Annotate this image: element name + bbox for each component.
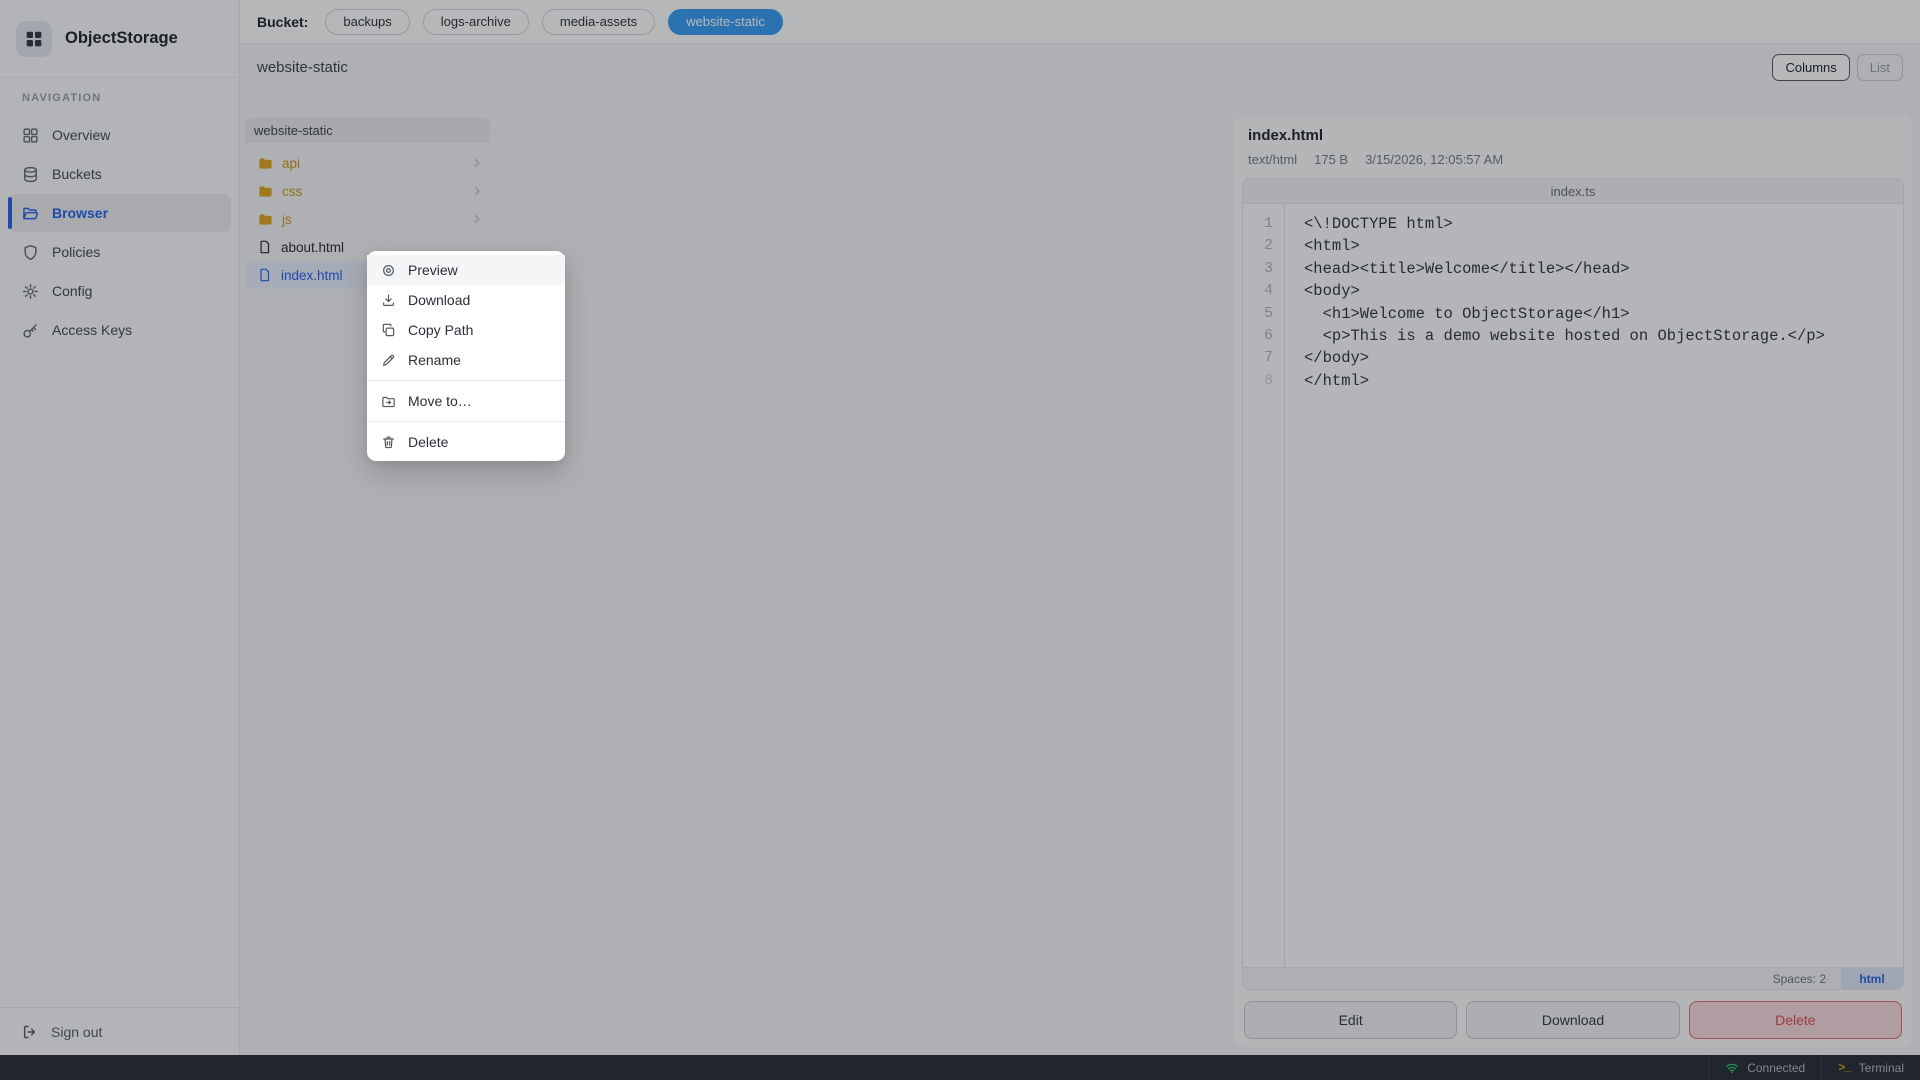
menu-item-preview[interactable]: Preview: [367, 255, 565, 285]
menu-item-label: Move to…: [408, 393, 472, 409]
menu-item-rename[interactable]: Rename: [367, 345, 565, 375]
move-folder-icon: [381, 394, 396, 409]
menu-item-download[interactable]: Download: [367, 285, 565, 315]
menu-item-delete[interactable]: Delete: [367, 427, 565, 457]
dim-overlay[interactable]: [0, 0, 1920, 1080]
menu-divider: [367, 421, 565, 422]
menu-item-label: Delete: [408, 434, 448, 450]
menu-item-copy-path[interactable]: Copy Path: [367, 315, 565, 345]
menu-item-label: Rename: [408, 352, 461, 368]
menu-divider: [367, 380, 565, 381]
app-window: ObjectStorage NAVIGATION Overview: [0, 0, 1920, 1080]
download-icon: [381, 293, 396, 308]
menu-item-label: Download: [408, 292, 470, 308]
menu-item-label: Preview: [408, 262, 458, 278]
context-menu: Preview Download Copy Path: [367, 251, 565, 461]
menu-item-label: Copy Path: [408, 322, 473, 338]
pencil-icon: [381, 353, 396, 368]
menu-item-move-to[interactable]: Move to…: [367, 386, 565, 416]
trash-icon: [381, 435, 396, 450]
copy-icon: [381, 323, 396, 338]
eye-icon: [381, 263, 396, 278]
